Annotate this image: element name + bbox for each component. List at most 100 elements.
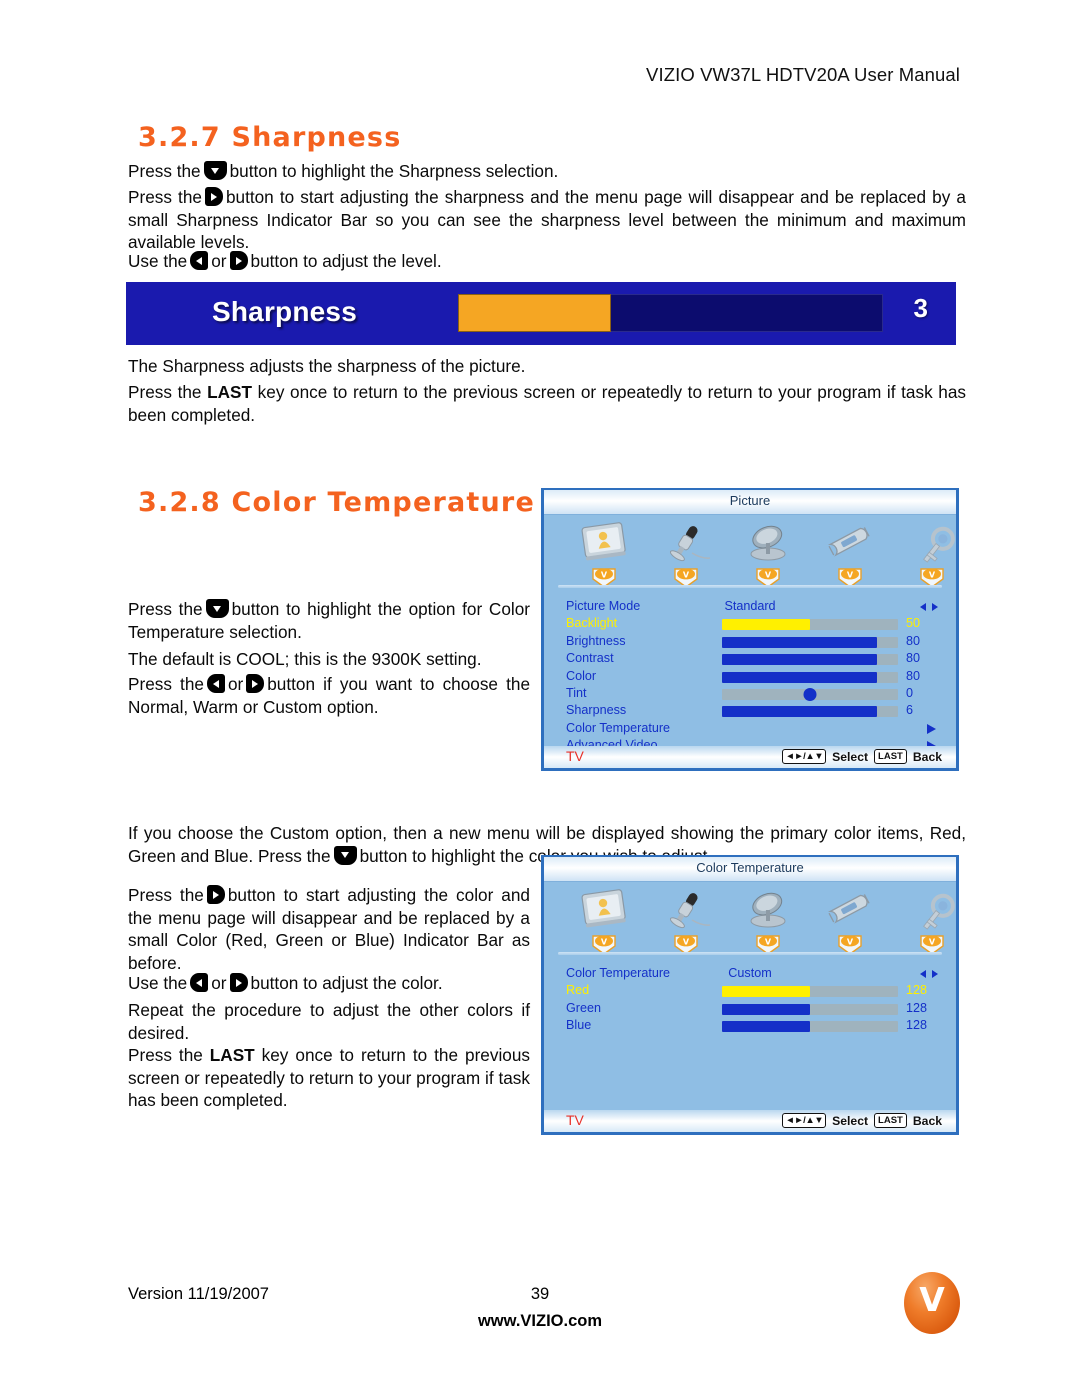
osd-picture-footer: TV ◄►/▲▼ Select LAST Back [544,746,956,771]
svg-text:V: V [847,571,854,580]
osd-footer-hints: ◄►/▲▼ Select LAST Back [782,1113,942,1128]
ct-p8-text-a: Press the [128,1045,203,1065]
osd-row[interactable]: Contrast 80 [544,651,956,668]
osd-row-value-number: 0 [906,685,914,700]
osd-row[interactable]: Color 80 [544,669,956,686]
osd-row[interactable]: Sharpness 6 [544,703,956,720]
colortemp-paragraph-8: Press the LAST key once to return to the… [128,1044,530,1112]
osd-row[interactable]: Red 128 [544,983,956,1000]
osd-row-slider-fill [722,1003,810,1015]
ct-p6-or: or [211,973,227,993]
osd-row-label: Backlight [566,616,618,631]
osd-icon-key[interactable]: V [896,888,956,958]
osd-row-value-number: 128 [906,983,928,998]
osd-row-slider[interactable] [722,986,898,998]
svg-text:V: V [683,571,690,580]
osd-picture-menu: Picture V V V V V Picture Mode Standard … [541,488,959,771]
osd-row[interactable]: Picture Mode Standard [544,599,956,616]
chevron-right-icon[interactable] [927,723,936,734]
down-button-icon [205,599,229,618]
svg-text:V: V [929,571,936,580]
osd-row[interactable]: Tint 0 [544,686,956,703]
last-key-label: LAST [209,1045,255,1065]
osd-row[interactable]: Color Temperature [544,721,956,738]
osd-row-label: Contrast [566,651,614,666]
osd-row-value-number: 80 [906,633,921,648]
osd-row-slider[interactable] [722,636,898,648]
sharpness-p5-text-b: key once to return to the previous scree… [128,382,967,425]
osd-row[interactable]: Blue 128 [544,1018,956,1035]
last-keycap-icon: LAST [874,749,907,764]
sharpness-p1-text-a: Press the [128,161,201,181]
osd-row[interactable]: Backlight 50 [544,616,956,633]
osd-row-slider-fill [722,654,877,666]
key-icon [904,521,956,565]
osd-icon-satellite-dish[interactable]: V [732,888,804,958]
osd-row-slider[interactable] [722,619,898,631]
osd-row-label: Tint [566,685,587,700]
osd-row-slider[interactable] [722,1021,898,1033]
sharpness-bar-label: Sharpness [212,296,357,327]
left-right-arrows-icon[interactable] [920,602,938,613]
ct-p5-text-a: Press the [128,885,204,905]
osd-picture-icon-row: V V V V V [544,515,956,591]
osd-row[interactable]: Brightness 80 [544,634,956,651]
ct-p6-text-b: button to adjust the color. [250,973,443,993]
osd-row-value-number: 50 [906,616,921,631]
osd-row-slider[interactable] [722,706,898,718]
osd-icon-satellite-dish[interactable]: V [732,521,804,591]
colortemp-paragraph-5: Press the button to start adjusting the c… [128,884,530,974]
osd-separator [558,585,942,588]
osd-row-label: Red [566,983,590,998]
osd-row-slider-fill [722,706,877,718]
right-button-icon [229,251,248,270]
osd-row-label: Green [566,1000,602,1015]
vizio-logo-letter: V [919,1280,945,1319]
sharpness-paragraph-1: Press the button to highlight the Sharpne… [128,160,968,183]
svg-text:V: V [765,571,772,580]
colortemp-paragraph-2: The default is COOL; this is the 9300K s… [128,649,482,669]
key-icon [904,888,956,932]
right-button-icon [204,187,223,206]
ct-p6-text-a: Use the [128,973,188,993]
right-button-icon [246,674,265,693]
sharpness-bar-fill [458,294,611,332]
osd-row[interactable]: Green 128 [544,1001,956,1018]
osd-row-slider[interactable] [722,671,898,683]
right-button-icon [229,973,248,992]
osd-row-label: Color [566,668,597,683]
osd-row-slider[interactable] [722,1003,898,1015]
osd-row[interactable]: Color Temperature Custom [544,966,956,983]
osd-row-value-number: 128 [906,1018,928,1033]
svg-text:V: V [601,571,608,580]
sharpness-paragraph-5: Press the LAST key once to return to the… [128,381,966,426]
osd-icon-key[interactable]: V [896,521,956,591]
osd-icon-picture-screen[interactable]: V [568,888,640,958]
left-button-icon [190,973,209,992]
manual-page: VIZIO VW37L HDTV20A User Manual 3.2.7 Sh… [0,0,1080,1397]
colortemp-paragraph-6: Use the or button to adjust the color. [128,972,530,995]
osd-source-label: TV [566,748,584,764]
colortemp-paragraph-1: Press the button to highlight the option … [128,598,530,643]
osd-icon-microphone[interactable]: V [650,521,722,591]
osd-row-value-number: 80 [906,668,921,683]
osd-colortemp-rows: Color Temperature Custom Red 128 Green 128 Blu… [544,966,956,1036]
sharpness-paragraph-2: Press the button to start adjusting the s… [128,186,966,254]
sharpness-p2-text-a: Press the [128,187,202,207]
right-button-icon [206,885,225,904]
osd-row-value-number: 80 [906,651,921,666]
section-heading-color-temperature: 3.2.8 Color Temperature [138,487,535,518]
left-right-arrows-icon[interactable] [920,969,938,980]
osd-icon-picture-screen[interactable]: V [568,521,640,591]
osd-icon-wrench[interactable]: V [814,521,886,591]
osd-row-slider[interactable] [722,687,898,701]
osd-row-slider[interactable] [722,654,898,666]
ct-p3-text-a: Press the [128,674,204,694]
section-heading-sharpness: 3.2.7 Sharpness [138,122,402,153]
osd-icon-wrench[interactable]: V [814,888,886,958]
osd-colortemp-titlebar: Color Temperature [544,855,956,882]
colortemp-paragraph-7: Repeat the procedure to adjust the other… [128,1000,530,1043]
left-button-icon [206,674,225,693]
osd-source-label: TV [566,1112,584,1128]
osd-icon-microphone[interactable]: V [650,888,722,958]
